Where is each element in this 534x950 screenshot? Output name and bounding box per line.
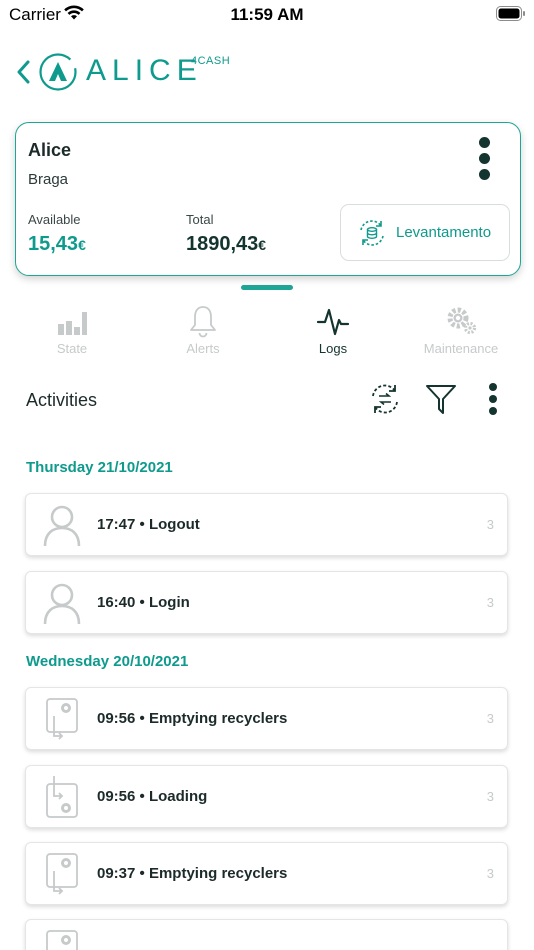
bar-chart-icon: [58, 312, 87, 335]
log-item[interactable]: 09:56 • Loading 3: [25, 765, 508, 828]
pulse-icon: [316, 308, 350, 336]
log-text: 09:37 • Emptying recyclers: [97, 865, 288, 882]
machine-card[interactable]: Alice Braga Available 15,43€ Total 1890,…: [15, 122, 521, 276]
sync-button[interactable]: [367, 381, 403, 422]
dot-icon: [478, 137, 490, 148]
recycler-in-icon: [46, 776, 78, 818]
recycler-out-icon: [46, 853, 78, 895]
tab-alerts[interactable]: Alerts: [143, 300, 263, 362]
sync-icon: [372, 384, 398, 414]
tab-label: Logs: [318, 341, 348, 356]
battery-icon: [496, 6, 525, 21]
available-label: Available: [28, 212, 81, 227]
machine-location: Braga: [28, 171, 69, 188]
log-item[interactable]: 16:40 • Login 3: [25, 571, 508, 634]
user-icon: [43, 583, 81, 625]
tab-label: State: [56, 341, 88, 356]
recycler-out-icon: [46, 698, 78, 740]
log-text: 16:40 • Login: [97, 594, 190, 611]
tab-logs[interactable]: Logs: [273, 300, 393, 362]
log-text: 17:47 • Logout: [97, 516, 200, 533]
log-count: 3: [486, 866, 494, 881]
tab-bar: State Alerts Logs Maintenance: [0, 300, 534, 362]
tab-maintenance[interactable]: Maintenance: [401, 300, 521, 362]
total-label: Total: [186, 212, 214, 227]
status-time: 11:59 AM: [230, 5, 304, 24]
card-more-button[interactable]: [476, 137, 492, 185]
activities-more-button[interactable]: [486, 383, 500, 415]
log-count: 3: [486, 517, 494, 532]
logo-mark-icon: [39, 53, 77, 91]
logo-superscript: 4CASH: [191, 55, 231, 67]
log-count: 3: [486, 711, 494, 726]
currency-symbol: €: [258, 237, 267, 253]
currency-symbol: €: [78, 237, 86, 253]
machine-name: Alice: [28, 140, 72, 160]
date-header: Thursday 21/10/2021: [26, 459, 173, 476]
log-item[interactable]: 17:47 • Logout 3: [25, 493, 508, 556]
status-bar: Carrier 11:59 AM: [0, 0, 534, 30]
back-button[interactable]: [12, 57, 34, 87]
log-item-partial[interactable]: [25, 919, 508, 950]
gears-icon: [447, 307, 477, 335]
recycler-out-icon: [46, 930, 78, 950]
filter-button[interactable]: [424, 382, 458, 421]
app-header: ALICE 4CASH: [0, 48, 534, 94]
log-count: 3: [486, 595, 494, 610]
log-item[interactable]: 09:56 • Emptying recyclers 3: [25, 687, 508, 750]
log-text: 09:56 • Loading: [97, 788, 208, 805]
log-count: 3: [486, 789, 494, 804]
dot-icon: [478, 169, 490, 180]
log-item[interactable]: 09:37 • Emptying recyclers 3: [25, 842, 508, 905]
tab-label: Maintenance: [423, 341, 499, 356]
user-icon: [43, 505, 81, 547]
activities-title: Activities: [26, 390, 98, 410]
tab-label: Alerts: [186, 341, 220, 356]
dot-icon: [478, 153, 490, 164]
dot-icon: [489, 383, 497, 391]
filter-icon: [426, 385, 456, 414]
withdraw-label: Levantamento: [396, 224, 492, 241]
date-header: Wednesday 20/10/2021: [26, 653, 189, 670]
alice-logo: ALICE 4CASH: [38, 50, 238, 92]
dot-icon: [489, 395, 497, 403]
bell-icon: [190, 306, 216, 338]
logo-text: ALICE: [86, 54, 203, 87]
total-amount: 1890,43€: [186, 233, 267, 255]
tab-state[interactable]: State: [12, 300, 132, 362]
cash-cycle-icon: [360, 219, 384, 246]
drag-handle[interactable]: [241, 285, 293, 290]
available-amount: 15,43€: [28, 233, 86, 255]
dot-icon: [489, 407, 497, 415]
withdraw-button[interactable]: Levantamento: [340, 204, 510, 261]
log-text: 09:56 • Emptying recyclers: [97, 710, 288, 727]
chevron-left-icon: [17, 60, 30, 84]
